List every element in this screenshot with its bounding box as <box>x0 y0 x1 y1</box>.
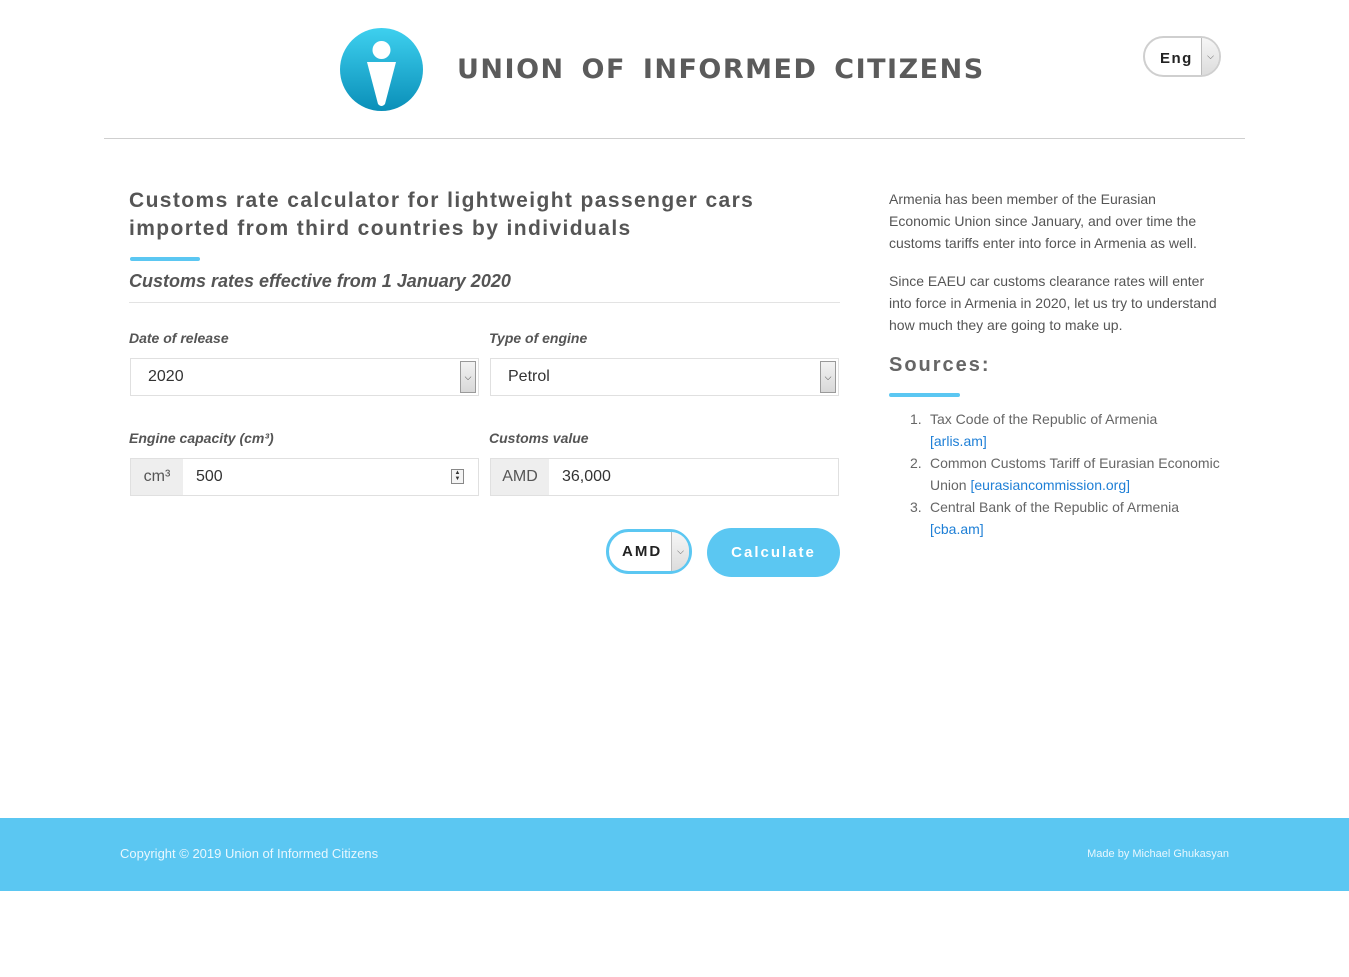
sources-underline <box>889 393 960 397</box>
engine-capacity-input[interactable]: 500 <box>196 468 223 486</box>
type-of-engine-select[interactable]: Petrol ⌵ <box>490 358 839 396</box>
intro-paragraph-2: Since EAEU car customs clearance rates w… <box>889 273 1217 333</box>
language-select[interactable]: Eng ⌵ <box>1143 36 1221 77</box>
subtitle-divider <box>129 302 840 303</box>
date-of-release-select[interactable]: 2020 ⌵ <box>130 358 479 396</box>
site-footer: Copyright © 2019 Union of Informed Citiz… <box>0 818 1349 891</box>
sources-list: 1. Tax Code of the Republic of Armenia [… <box>910 408 1230 540</box>
chevron-down-icon: ⌵ <box>1201 38 1219 75</box>
made-by-text[interactable]: Made by Michael Ghukasyan <box>1087 848 1229 860</box>
language-value: Eng <box>1160 50 1193 67</box>
customs-value-group: AMD 36,000 <box>490 458 839 496</box>
number-spinner-icon[interactable]: ▲ ▼ <box>451 469 464 484</box>
customs-value-input[interactable]: 36,000 <box>562 468 611 486</box>
source-number: 3. <box>910 499 922 515</box>
engine-capacity-unit: cm³ <box>131 459 183 495</box>
source-number: 1. <box>910 411 922 427</box>
type-of-engine-label: Type of engine <box>489 330 588 346</box>
date-of-release-label: Date of release <box>129 330 229 346</box>
site-header: UNION OF INFORMED CITIZENS Eng ⌵ <box>0 0 1349 139</box>
sources-heading: Sources: <box>889 354 991 376</box>
type-of-engine-value: Petrol <box>508 368 550 385</box>
calculate-button[interactable]: Calculate <box>707 528 840 577</box>
source-text: Central Bank of the Republic of Armenia <box>930 499 1180 515</box>
list-item: 1. Tax Code of the Republic of Armenia [… <box>910 408 1230 452</box>
source-link[interactable]: [eurasiancommission.org] <box>970 477 1130 493</box>
source-text: Tax Code of the Republic of Armenia <box>930 411 1158 427</box>
copyright-text: Copyright © 2019 Union of Informed Citiz… <box>120 846 379 861</box>
source-link[interactable]: [cba.am] <box>930 521 984 537</box>
currency-select[interactable]: AMD ⌵ <box>606 529 692 574</box>
chevron-down-icon: ⌵ <box>671 532 689 571</box>
list-item: 2. Common Customs Tariff of Eurasian Eco… <box>910 452 1230 496</box>
intro-paragraph-1: Armenia has been member of the Eurasian … <box>889 191 1197 251</box>
chevron-down-icon: ⌵ <box>820 361 836 393</box>
date-of-release-value: 2020 <box>148 368 184 385</box>
person-pin-logo-icon[interactable] <box>340 28 423 111</box>
currency-value: AMD <box>622 543 663 560</box>
list-item: 3. Central Bank of the Republic of Armen… <box>910 496 1230 540</box>
chevron-down-icon: ⌵ <box>460 361 476 393</box>
title-underline <box>130 257 200 261</box>
header-divider <box>104 138 1245 139</box>
engine-capacity-group: cm³ 500 ▲ ▼ <box>130 458 479 496</box>
source-link[interactable]: [arlis.am] <box>930 433 987 449</box>
customs-value-unit: AMD <box>491 459 549 495</box>
customs-value-label: Customs value <box>489 430 589 446</box>
source-number: 2. <box>910 455 922 471</box>
page-subtitle: Customs rates effective from 1 January 2… <box>129 271 511 291</box>
site-name: UNION OF INFORMED CITIZENS <box>457 54 985 85</box>
engine-capacity-label: Engine capacity (cm³) <box>129 430 274 446</box>
page-title: Customs rate calculator for lightweight … <box>129 189 755 240</box>
